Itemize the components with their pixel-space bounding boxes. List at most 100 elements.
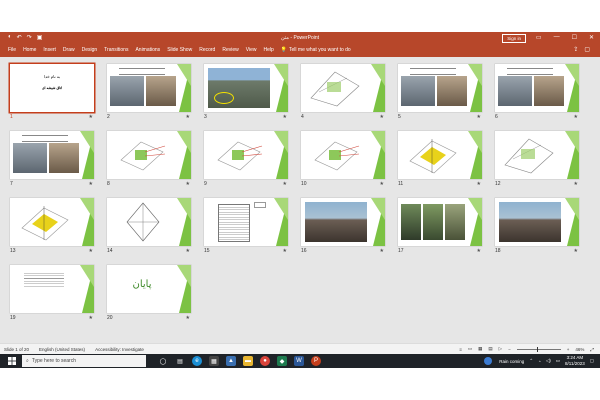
ribbon-tab-slide-show[interactable]: Slide Show bbox=[167, 47, 192, 53]
edge-icon[interactable]: e bbox=[192, 356, 202, 366]
widgets-icon[interactable]: ▤ bbox=[175, 356, 185, 366]
ribbon-tab-insert[interactable]: Insert bbox=[43, 47, 56, 53]
slide-thumbnail-3[interactable]: 3 ★ bbox=[204, 64, 288, 126]
ribbon-tab-home[interactable]: Home bbox=[23, 47, 36, 53]
slide-preview[interactable] bbox=[107, 198, 191, 246]
notes-icon[interactable]: ≡ bbox=[459, 347, 462, 352]
slide-thumbnail-4[interactable]: 4 ★ bbox=[301, 64, 385, 126]
sign-in-button[interactable]: Sign in bbox=[502, 34, 526, 43]
keyboard-icon[interactable]: ▭ bbox=[556, 358, 560, 364]
slide-preview[interactable] bbox=[301, 64, 385, 112]
volume-icon[interactable]: ◁) bbox=[546, 358, 551, 364]
slide-thumbnail-10[interactable]: 10 ★ bbox=[301, 131, 385, 193]
ribbon-tab-record[interactable]: Record bbox=[199, 47, 215, 53]
share-icon[interactable]: ⇪ bbox=[573, 46, 578, 53]
slide-thumbnail-19[interactable]: 19 ★ bbox=[10, 265, 94, 327]
ribbon-tab-help[interactable]: Help bbox=[263, 47, 273, 53]
slide-thumbnail-9[interactable]: 9 ★ bbox=[204, 131, 288, 193]
ribbon-tab-design[interactable]: Design bbox=[82, 47, 98, 53]
star-icon[interactable]: ★ bbox=[186, 248, 190, 254]
slide-preview[interactable] bbox=[107, 131, 191, 179]
slide-thumbnail-2[interactable]: 2 ★ bbox=[107, 64, 191, 126]
zoom-slider[interactable] bbox=[516, 346, 561, 352]
star-icon[interactable]: ★ bbox=[186, 315, 190, 321]
ribbon-tab-review[interactable]: Review bbox=[222, 47, 238, 53]
star-icon[interactable]: ★ bbox=[477, 114, 481, 120]
accessibility-status[interactable]: Accessibility: Investigate bbox=[95, 347, 144, 352]
zoom-slider-handle[interactable] bbox=[536, 346, 539, 352]
ribbon-tab-view[interactable]: View bbox=[246, 47, 257, 53]
slide-preview[interactable] bbox=[495, 198, 579, 246]
slide-thumbnail-15[interactable]: 15 ★ bbox=[204, 198, 288, 260]
chrome-icon[interactable]: ● bbox=[260, 356, 270, 366]
ribbon-tab-transitions[interactable]: Transitions bbox=[104, 47, 128, 53]
star-icon[interactable]: ★ bbox=[283, 181, 287, 187]
slide-preview[interactable] bbox=[10, 265, 94, 313]
ribbon-display-icon[interactable]: ▭ bbox=[536, 34, 542, 41]
slide-preview[interactable] bbox=[301, 198, 385, 246]
slide-preview[interactable]: پایان bbox=[107, 265, 191, 313]
slide-preview[interactable] bbox=[204, 131, 288, 179]
file-explorer-icon[interactable]: ▬ bbox=[243, 356, 253, 366]
slide-preview[interactable] bbox=[495, 64, 579, 112]
star-icon[interactable]: ★ bbox=[186, 181, 190, 187]
slide-thumbnail-1[interactable]: به نام خدا اتاق شیشه ای 1 ★ bbox=[10, 64, 94, 126]
slide-thumbnail-5[interactable]: 5 ★ bbox=[398, 64, 482, 126]
ribbon-tab-animations[interactable]: Animations bbox=[135, 47, 160, 53]
comments-icon[interactable]: ▢ bbox=[584, 46, 590, 53]
close-icon[interactable]: ✕ bbox=[589, 34, 594, 41]
slide-preview[interactable] bbox=[398, 198, 482, 246]
slide-preview[interactable] bbox=[107, 64, 191, 112]
taskbar-search[interactable]: ⌕ Type here to search bbox=[22, 355, 146, 367]
normal-view-icon[interactable]: ▭ bbox=[468, 346, 472, 352]
slideshow-icon[interactable]: ▷ bbox=[499, 346, 502, 352]
slide-preview[interactable] bbox=[10, 198, 94, 246]
task-view-icon[interactable]: ◯ bbox=[158, 356, 168, 366]
slide-preview[interactable] bbox=[301, 131, 385, 179]
minimize-icon[interactable]: — bbox=[554, 34, 560, 41]
zoom-in-icon[interactable]: + bbox=[567, 347, 570, 352]
app-icon[interactable]: ◆ bbox=[277, 356, 287, 366]
clock[interactable]: 3:24 AM 8/11/2023 bbox=[565, 355, 585, 367]
word-icon[interactable]: W bbox=[294, 356, 304, 366]
zoom-out-icon[interactable]: − bbox=[508, 347, 511, 352]
store-icon[interactable]: ▦ bbox=[209, 356, 219, 366]
star-icon[interactable]: ★ bbox=[186, 114, 190, 120]
slide-thumbnail-20[interactable]: پایان 20 ★ bbox=[107, 265, 191, 327]
star-icon[interactable]: ★ bbox=[380, 248, 384, 254]
slide-preview[interactable] bbox=[204, 198, 288, 246]
slide-preview[interactable] bbox=[398, 131, 482, 179]
star-icon[interactable]: ★ bbox=[477, 248, 481, 254]
star-icon[interactable]: ★ bbox=[89, 248, 93, 254]
star-icon[interactable]: ★ bbox=[283, 114, 287, 120]
star-icon[interactable]: ★ bbox=[574, 114, 578, 120]
slide-preview[interactable]: به نام خدا اتاق شیشه ای bbox=[10, 64, 94, 112]
star-icon[interactable]: ★ bbox=[89, 114, 93, 120]
notification-icon[interactable]: ▢ bbox=[590, 358, 594, 364]
slide-thumbnail-14[interactable]: 14 ★ bbox=[107, 198, 191, 260]
slide-thumbnail-11[interactable]: 11 ★ bbox=[398, 131, 482, 193]
slide-preview[interactable] bbox=[10, 131, 94, 179]
slide-preview[interactable] bbox=[495, 131, 579, 179]
windows-start-icon[interactable] bbox=[8, 357, 16, 365]
slide-thumbnail-6[interactable]: 6 ★ bbox=[495, 64, 579, 126]
ribbon-tab-draw[interactable]: Draw bbox=[63, 47, 75, 53]
photos-icon[interactable]: ▲ bbox=[226, 356, 236, 366]
star-icon[interactable]: ★ bbox=[89, 315, 93, 321]
tell-me-box[interactable]: 💡 Tell me what you want to do bbox=[281, 47, 351, 53]
maximize-icon[interactable]: ☐ bbox=[572, 34, 577, 41]
fit-window-icon[interactable]: ⤢ bbox=[590, 347, 594, 352]
star-icon[interactable]: ★ bbox=[477, 181, 481, 187]
slide-sorter-icon[interactable]: ▦ bbox=[478, 346, 482, 352]
slide-thumbnail-8[interactable]: 8 ★ bbox=[107, 131, 191, 193]
star-icon[interactable]: ★ bbox=[283, 248, 287, 254]
chevron-up-icon[interactable]: ⌃ bbox=[529, 358, 533, 364]
weather-text[interactable]: Rain coming bbox=[499, 359, 524, 364]
weather-icon[interactable] bbox=[484, 357, 493, 365]
star-icon[interactable]: ★ bbox=[574, 248, 578, 254]
language-indicator[interactable]: English (United States) bbox=[39, 347, 85, 352]
star-icon[interactable]: ★ bbox=[380, 181, 384, 187]
ribbon-tab-file[interactable]: File bbox=[8, 47, 16, 53]
slide-preview[interactable] bbox=[398, 64, 482, 112]
slide-thumbnail-18[interactable]: 18 ★ bbox=[495, 198, 579, 260]
